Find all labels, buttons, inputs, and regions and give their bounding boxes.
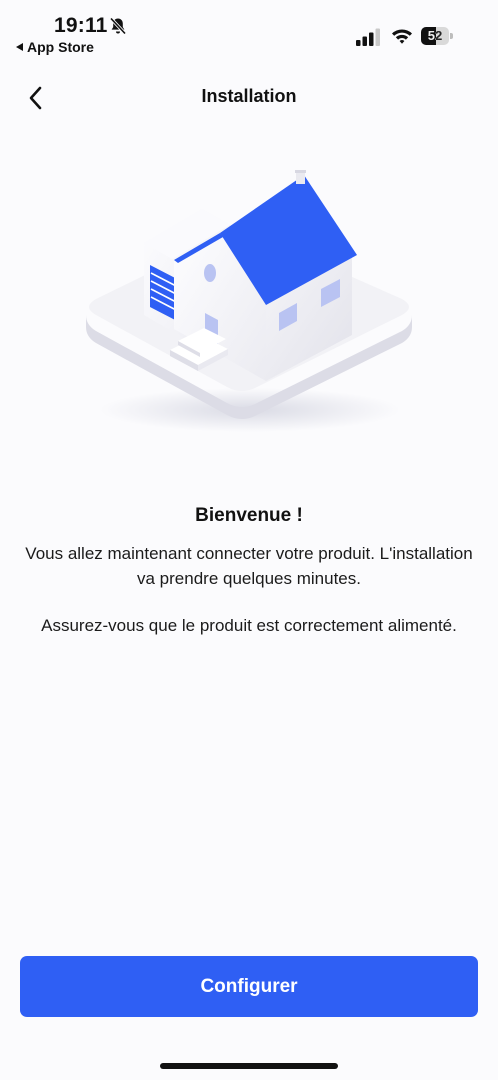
welcome-title: Bienvenue ! bbox=[195, 505, 303, 526]
home-indicator[interactable] bbox=[160, 1063, 338, 1069]
status-bar: 19:11 App Store 52 bbox=[0, 0, 498, 60]
cellular-signal-icon bbox=[356, 28, 380, 46]
house-illustration bbox=[86, 170, 412, 432]
configure-button[interactable]: Configurer bbox=[20, 956, 478, 1017]
battery-icon: 52 bbox=[421, 27, 454, 45]
power-notice-paragraph: Assurez-vous que le produit est correcte… bbox=[41, 616, 457, 635]
nav-bar: Installation bbox=[0, 74, 498, 120]
battery-level: 52 bbox=[427, 28, 443, 43]
intro-paragraph: Vous allez maintenant connecter votre pr… bbox=[25, 544, 473, 588]
back-to-app-store[interactable]: App Store bbox=[16, 39, 94, 55]
status-time: 19:11 bbox=[54, 14, 108, 37]
bell-slash-icon bbox=[109, 17, 127, 35]
welcome-content: Bienvenue ! Vous allez maintenant connec… bbox=[24, 505, 474, 638]
back-app-label: App Store bbox=[27, 39, 94, 55]
wifi-icon bbox=[392, 29, 412, 44]
back-triangle-icon bbox=[16, 43, 23, 51]
page-title: Installation bbox=[201, 86, 297, 106]
